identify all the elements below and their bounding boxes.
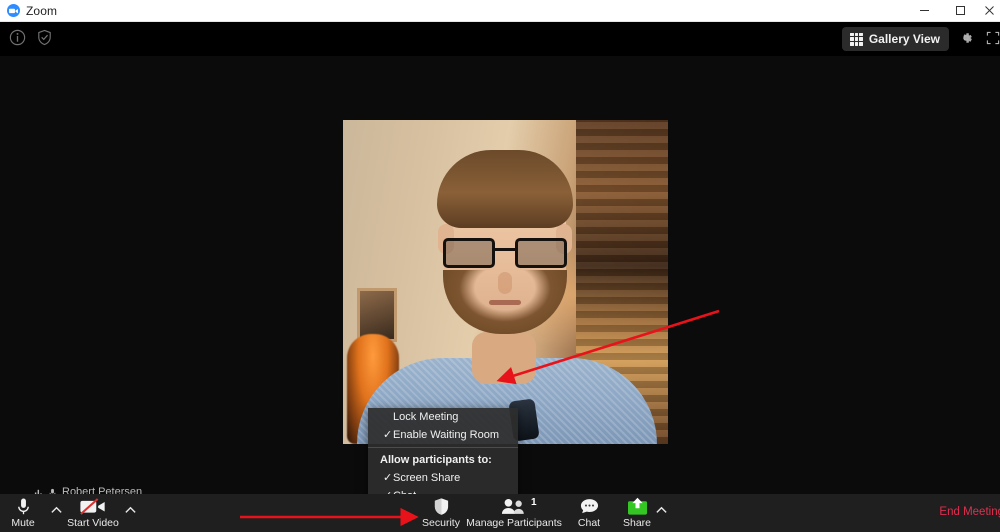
chat-label: Chat [577,517,601,529]
check-icon: ✓ [383,471,393,484]
person-mouth [489,300,521,305]
close-button[interactable] [978,0,1000,22]
shield-icon [433,496,450,516]
share-screen-icon [626,496,649,516]
participant-video-tile[interactable] [343,120,668,444]
gallery-view-label: Gallery View [868,32,940,46]
zoom-logo-icon [7,4,20,17]
info-circle-icon [9,29,26,46]
encryption-status-button[interactable] [35,28,54,47]
maximize-icon [955,6,965,15]
zoom-meeting-window: Zoom Gallery View Robert Petersen Lock M… [0,0,1000,532]
share-label: Share [622,517,652,529]
start-video-label: Start Video [67,517,119,529]
video-stage: Robert Petersen Lock Meeting ✓ Enable Wa… [0,56,1000,532]
menu-item-screen-share[interactable]: ✓ Screen Share [368,469,518,487]
end-meeting-button[interactable]: End Meeting [939,506,1000,518]
shield-check-icon [38,29,51,46]
minimize-icon [919,10,929,11]
window-title-bar: Zoom [0,0,1000,22]
close-icon [984,6,994,15]
gallery-view-button[interactable]: Gallery View [841,27,949,51]
meeting-top-bar: Gallery View [0,22,1000,56]
chevron-up-icon [656,506,667,513]
fullscreen-icon [986,31,1000,45]
menu-section-header: Allow participants to: [368,451,518,469]
meeting-info-group [8,28,54,47]
person-glasses [441,238,569,268]
meeting-info-button[interactable] [8,28,27,47]
fullscreen-button[interactable] [985,30,1000,48]
person-neck [472,332,536,384]
chat-bubble-icon [579,496,600,516]
mute-label: Mute [11,517,35,529]
start-video-button[interactable]: Start Video [56,496,130,529]
menu-item-enable-waiting-room[interactable]: ✓ Enable Waiting Room [368,426,518,444]
participants-count-badge: 1 [531,497,537,508]
menu-section-label: Allow participants to: [380,454,492,466]
settings-button[interactable] [958,30,976,48]
menu-separator [368,447,518,448]
microphone-icon [16,496,31,516]
view-controls: Gallery View [841,27,1000,51]
chevron-up-icon [125,506,136,513]
menu-item-label: Lock Meeting [393,411,459,423]
window-title: Zoom [26,3,58,18]
grid-icon [849,32,863,46]
maximize-button[interactable] [942,0,978,22]
video-options-button[interactable] [124,504,138,518]
manage-participants-label: Manage Participants [466,517,562,529]
security-label: Security [422,517,460,529]
menu-item-label: Enable Waiting Room [393,429,499,441]
camera-off-icon [79,496,107,516]
people-icon [501,496,527,516]
person-hair [437,150,573,228]
share-options-button[interactable] [655,504,669,518]
menu-item-lock-meeting[interactable]: Lock Meeting [368,408,518,426]
menu-item-label: Screen Share [393,472,461,484]
minimize-button[interactable] [906,0,942,22]
manage-participants-button[interactable]: Manage Participants [466,496,562,529]
check-icon: ✓ [383,428,393,441]
gear-icon [963,33,972,43]
meeting-toolbar: Mute Start Video Security Manage Partici… [0,494,1000,532]
